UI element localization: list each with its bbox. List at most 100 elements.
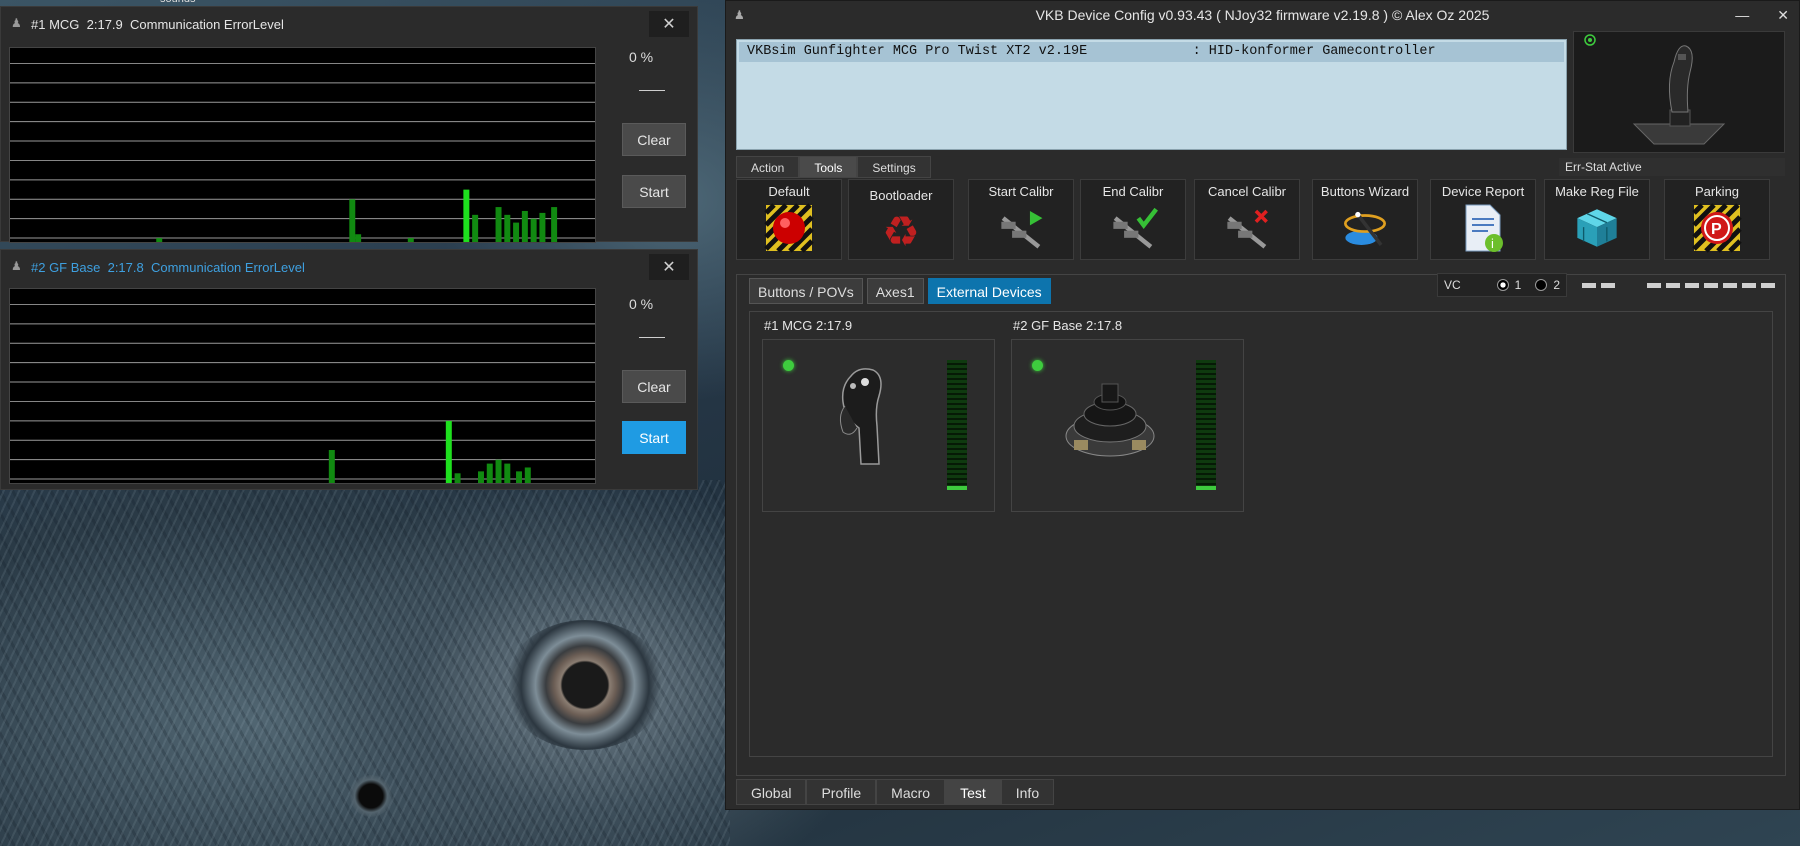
external-device-gf-base: #2 GF Base 2:17.8 [1011,312,1244,512]
device-list[interactable]: VKBsim Gunfighter MCG Pro Twist XT2 v2.1… [736,39,1567,150]
err-stat-indicator: Err-Stat Active [1559,158,1785,176]
error-bar [551,207,558,242]
parking-button[interactable]: Parking P [1664,179,1770,260]
error-bar [407,238,414,242]
window-titlebar[interactable]: ♟ VKB Device Config v0.93.43 ( NJoy32 fi… [726,1,1799,29]
status-led [1032,360,1043,371]
percent-divider [639,337,665,338]
clear-button[interactable]: Clear [622,370,686,403]
error-bar [495,459,502,483]
joystick-icon: ♟ [11,16,22,30]
tool-label: Default [768,184,810,199]
vc-option-2: 2 [1553,278,1561,292]
clear-button[interactable]: Clear [622,123,686,156]
error-bar [454,473,461,483]
caliper-cancel-icon [1222,203,1272,253]
gimbal-base-icon [1065,383,1155,457]
recycle-icon: ♻ [882,208,920,255]
vc-selector: VC 1 2 [1437,273,1567,297]
signal-level [1196,486,1216,490]
tab-global[interactable]: Global [736,779,807,805]
error-level-graph [9,288,596,484]
error-bar [478,471,484,483]
device-label: #1 MCG 2:17.9 [764,318,853,333]
error-bar [516,471,523,483]
tab-test[interactable]: Test [945,779,1001,805]
error-level-window-gf-base[interactable]: ♟ #2 GF Base 2:17.8 Communication ErrorL… [0,249,698,490]
start-button[interactable]: Start [622,175,686,208]
tool-label: Bootloader [869,188,933,203]
vkb-device-config-window[interactable]: ♟ VKB Device Config v0.93.43 ( NJoy32 fi… [725,0,1800,810]
tab-profile[interactable]: Profile [806,779,877,805]
window-title: #1 MCG 2:17.9 Communication ErrorLevel [31,16,284,32]
window-titlebar[interactable]: ♟ #1 MCG 2:17.9 Communication ErrorLevel… [1,7,697,41]
vc-radio-2[interactable] [1535,279,1548,291]
red-button-icon [764,203,814,253]
error-percent: 0 % [629,49,654,65]
close-button[interactable]: ✕ [649,254,689,280]
device-preview [1573,31,1785,153]
minimize-button[interactable]: — [1735,7,1749,24]
error-bar [524,467,531,483]
error-bar [495,207,502,242]
error-level-window-mcg[interactable]: ♟ #1 MCG 2:17.9 Communication ErrorLevel… [0,6,698,243]
start-button[interactable]: Start [622,421,686,454]
tab-info[interactable]: Info [1000,779,1055,805]
sub-tabs: Buttons / POVs Axes1 External Devices [749,278,1051,304]
bottom-tabs: Global Profile Macro Test Info [736,779,1055,805]
default-button[interactable]: Default [736,179,842,260]
signal-meter [1196,360,1216,490]
close-button[interactable]: ✕ [649,11,689,37]
joystick-grip-icon [839,368,882,465]
joystick-preview-icon [1584,34,1726,145]
signal-level [947,486,967,490]
cancel-calibr-button[interactable]: Cancel Calibr [1194,179,1300,260]
error-level-graph [9,47,596,243]
bootloader-button[interactable]: Bootloader ♻ [848,179,954,260]
error-bar [156,238,163,242]
wand-icon [1340,203,1390,253]
external-device-mcg: #1 MCG 2:17.9 [762,312,995,512]
make-reg-file-button[interactable]: Make Reg File [1544,179,1650,260]
tab-macro[interactable]: Macro [876,779,946,805]
error-bar [463,189,470,242]
error-bar [513,222,520,242]
vc-option-1: 1 [1514,278,1522,292]
window-title: #2 GF Base 2:17.8 Communication ErrorLev… [31,259,305,275]
tab-settings[interactable]: Settings [857,156,931,178]
close-button[interactable]: ✕ [1777,7,1789,24]
error-bar [328,450,335,483]
device-list-row[interactable]: VKBsim Gunfighter MCG Pro Twist XT2 v2.1… [739,42,1564,62]
status-dashes [1582,283,1775,288]
error-bar [349,199,356,242]
tool-label: Cancel Calibr [1207,184,1287,199]
device-report-button[interactable]: Device Report i [1430,179,1536,260]
buttons-wizard-button[interactable]: Buttons Wizard [1312,179,1418,260]
window-titlebar[interactable]: ♟ #2 GF Base 2:17.8 Communication ErrorL… [1,250,697,284]
cube-icon [1572,203,1622,253]
tool-label: Parking [1694,184,1740,199]
window-title: VKB Device Config v0.93.43 ( NJoy32 firm… [1035,7,1490,23]
tab-buttons-povs[interactable]: Buttons / POVs [749,278,863,304]
end-calibr-button[interactable]: End Calibr [1080,179,1186,260]
error-bar [504,214,511,242]
external-devices-area: #1 MCG 2:17.9 #2 GF Base 2:17.8 [749,311,1773,757]
svg-text:i: i [1491,236,1494,251]
tab-external-devices[interactable]: External Devices [927,278,1051,304]
wallpaper-bird-eye-small [350,775,392,817]
parking-icon: P [1692,203,1742,253]
tab-axes1[interactable]: Axes1 [866,278,924,304]
joystick-icon: ♟ [734,8,745,22]
device-card[interactable] [762,339,995,512]
error-bar [504,463,511,483]
tab-tools[interactable]: Tools [799,156,858,178]
start-calibr-button[interactable]: Start Calibr [968,179,1074,260]
signal-meter [947,360,967,490]
top-tabs: Action Tools Settings [736,156,931,178]
tab-action[interactable]: Action [736,156,800,178]
vc-radio-1[interactable] [1496,279,1509,291]
desktop-corner-text: sounds [160,0,195,5]
svg-text:P: P [1711,221,1722,238]
device-card[interactable] [1011,339,1244,512]
tool-label: Device Report [1441,184,1525,199]
